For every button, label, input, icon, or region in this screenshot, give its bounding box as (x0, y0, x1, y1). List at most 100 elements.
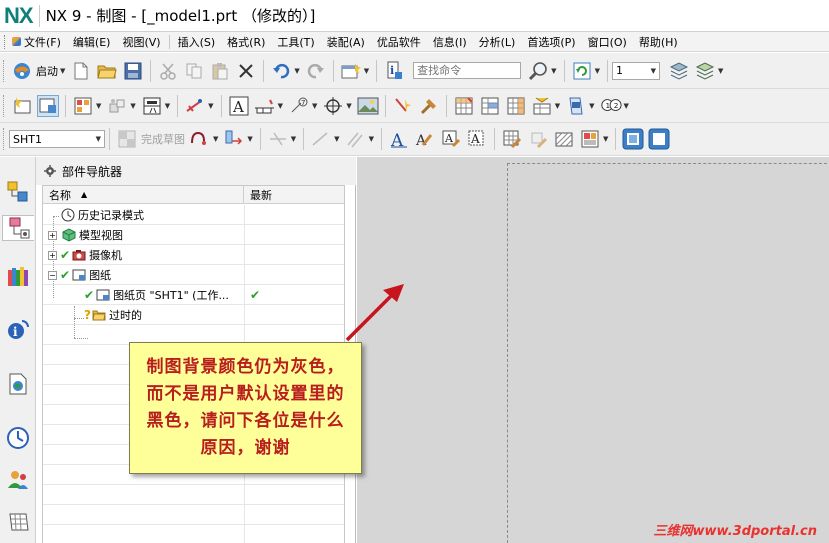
hole-table-icon[interactable] (531, 95, 553, 117)
menu-information[interactable]: 信息(I) (427, 34, 473, 50)
window-layout-dropdown-icon[interactable]: ▼ (364, 67, 369, 75)
trim-dropdown-icon[interactable]: ▼ (291, 135, 296, 143)
line-icon[interactable] (310, 128, 332, 150)
menu-tools[interactable]: 工具(T) (271, 34, 320, 50)
tree-row[interactable]: 历史记录模式 (43, 205, 344, 225)
checkmark-icon[interactable]: ✔ (60, 268, 70, 282)
offset-dropdown-icon[interactable]: ▼ (369, 135, 374, 143)
search-dropdown-icon[interactable]: ▼ (551, 67, 556, 75)
collapse-icon[interactable]: − (48, 270, 57, 280)
menu-view[interactable]: 视图(V) (116, 34, 166, 50)
table-icon[interactable] (453, 95, 475, 117)
expand-icon[interactable]: + (48, 250, 57, 260)
menu-window[interactable]: 窗口(O) (582, 34, 633, 50)
history-icon[interactable] (5, 425, 31, 451)
section-view-dropdown-icon[interactable]: ▼ (165, 102, 170, 110)
tree-row[interactable]: + ✔ 摄像机 (43, 245, 344, 265)
search-icon[interactable] (527, 60, 549, 82)
feature-control-frame-icon[interactable] (254, 95, 276, 117)
hatch-icon[interactable] (553, 128, 575, 150)
finish-sketch-button[interactable]: 完成草图 (141, 131, 185, 147)
undo-dropdown-icon[interactable]: ▼ (294, 67, 299, 75)
menu-analysis[interactable]: 分析(L) (473, 34, 522, 50)
menu-grip[interactable] (4, 34, 8, 49)
sheet-select[interactable]: SHT1 ▼ (9, 130, 105, 148)
profile-dropdown-icon[interactable]: ▼ (213, 135, 218, 143)
new-sheet-icon[interactable] (11, 95, 33, 117)
hole-table-dropdown-icon[interactable]: ▼ (555, 102, 560, 110)
tree-row[interactable]: + 模型视图 (43, 225, 344, 245)
redo-icon[interactable] (305, 60, 327, 82)
new-file-icon[interactable] (70, 60, 92, 82)
toolbar-grip[interactable] (3, 128, 6, 150)
drafting-tools-icon[interactable] (418, 95, 440, 117)
edit-style-icon[interactable]: A (414, 128, 436, 150)
projected-view-dropdown-icon[interactable]: ▼ (130, 102, 135, 110)
roles-icon[interactable] (5, 467, 31, 493)
drawing-canvas[interactable]: 三维网www.3dportal.cn (357, 157, 829, 543)
toolbar-grip[interactable] (3, 59, 6, 82)
center-mark-dropdown-icon[interactable]: ▼ (346, 102, 351, 110)
auto-balloon-dropdown-icon[interactable]: ▼ (624, 102, 629, 110)
symbol-icon[interactable]: 7 (288, 95, 310, 117)
start-icon[interactable] (11, 60, 33, 82)
paste-icon[interactable] (209, 60, 231, 82)
command-search-input[interactable] (413, 62, 522, 79)
update-views-dropdown-icon[interactable]: ▼ (208, 102, 213, 110)
open-sheet-icon[interactable] (37, 94, 59, 117)
tree-row[interactable]: ? 过时的 (43, 305, 344, 325)
assembly-navigator-icon[interactable] (5, 179, 31, 205)
expand-icon[interactable]: + (48, 230, 57, 240)
start-button[interactable]: 启动 (36, 63, 58, 79)
menu-format[interactable]: 格式(R) (221, 34, 271, 50)
menu-edit[interactable]: 编辑(E) (67, 34, 117, 50)
layer-select[interactable]: 1 ▼ (611, 61, 660, 80)
text-style-icon[interactable]: A (388, 128, 410, 150)
menu-preferences[interactable]: 首选项(P) (521, 34, 581, 50)
parts-list-icon[interactable] (479, 95, 501, 117)
edit-annotation-icon[interactable]: A (440, 128, 462, 150)
offset-curve-icon[interactable] (345, 128, 367, 150)
refresh-dropdown-icon[interactable]: ▼ (595, 67, 600, 75)
layer-settings-icon[interactable] (668, 60, 690, 82)
view-display-dropdown-icon[interactable]: ▼ (603, 135, 608, 143)
delete-icon[interactable] (235, 60, 257, 82)
menu-file[interactable]: 文件(F) (10, 34, 67, 50)
trim-icon[interactable] (267, 128, 289, 150)
drafting-preferences-icon[interactable] (392, 95, 414, 117)
column-header-name[interactable]: 名称 ▲ (43, 186, 244, 204)
undo-icon[interactable] (270, 60, 292, 82)
menu-youpin-software[interactable]: 优品软件 (371, 34, 427, 50)
center-mark-icon[interactable] (322, 95, 344, 117)
layer-visibility-icon[interactable] (694, 60, 716, 82)
revision-dropdown-icon[interactable]: ▼ (589, 102, 594, 110)
profile-icon[interactable] (189, 128, 211, 150)
window-layout-icon[interactable] (340, 60, 362, 82)
view-style-icon[interactable] (648, 128, 670, 150)
feature-control-dropdown-icon[interactable]: ▼ (278, 102, 283, 110)
toolbar-grip[interactable] (3, 94, 6, 117)
menu-assemblies[interactable]: 装配(A) (321, 34, 371, 50)
tree-row[interactable]: ✔ 图纸页 "SHT1" (工作... ✔ (43, 285, 344, 305)
checkmark-icon[interactable]: ✔ (84, 288, 94, 302)
section-view-icon[interactable] (141, 95, 163, 117)
part-navigator-icon[interactable] (2, 215, 34, 241)
line-dropdown-icon[interactable]: ▼ (334, 135, 339, 143)
update-views-icon[interactable] (184, 95, 206, 117)
web-browser-icon[interactable] (5, 371, 31, 397)
edit-table-icon[interactable] (501, 128, 523, 150)
start-dropdown-icon[interactable]: ▼ (60, 67, 65, 75)
checkmark-icon[interactable]: ✔ (60, 248, 70, 262)
navigator-settings-icon[interactable] (44, 165, 56, 177)
view-display-icon[interactable] (579, 128, 601, 150)
refresh-icon[interactable] (571, 60, 593, 82)
edit-component-icon[interactable] (527, 128, 549, 150)
reuse-library-icon[interactable] (5, 263, 31, 289)
symbol-dropdown-icon[interactable]: ▼ (312, 102, 317, 110)
revision-table-icon[interactable] (565, 95, 587, 117)
base-view-dropdown-icon[interactable]: ▼ (96, 102, 101, 110)
menu-help[interactable]: 帮助(H) (633, 34, 684, 50)
information-icon[interactable]: i (383, 60, 405, 82)
view-layout-icon[interactable] (622, 128, 644, 150)
auto-balloon-icon[interactable]: 12 (600, 95, 622, 117)
